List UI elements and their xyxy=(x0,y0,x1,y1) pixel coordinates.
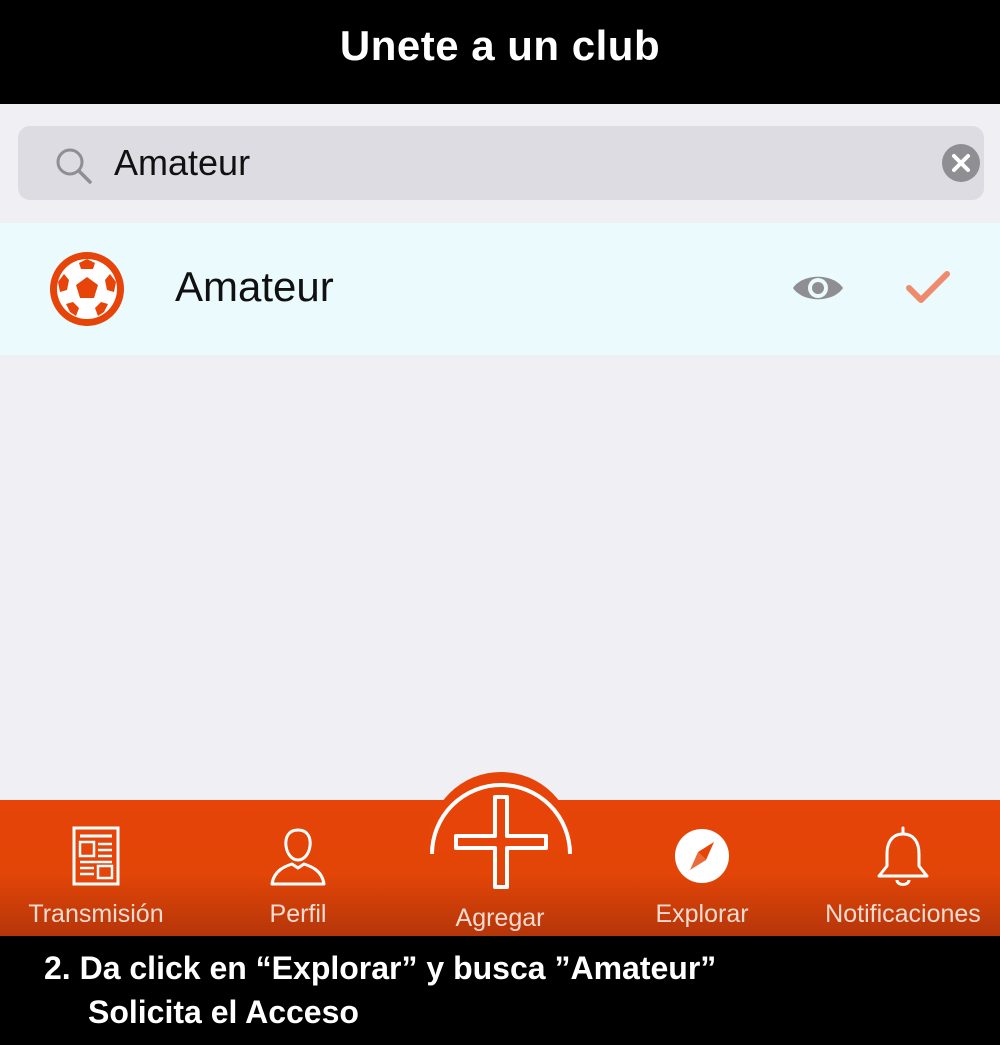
search-bar[interactable] xyxy=(18,126,984,200)
compass-icon xyxy=(675,829,729,883)
clear-icon[interactable] xyxy=(941,143,981,183)
caption-line-1: 2. Da click en “Explorar” y busca ”Amate… xyxy=(44,950,717,986)
tab-transmision[interactable]: Transmisión xyxy=(0,800,192,936)
page-title: Unete a un club xyxy=(339,22,661,69)
plus-icon[interactable] xyxy=(452,793,550,891)
newspaper-icon xyxy=(72,826,120,886)
nav-header: Unete a un club xyxy=(0,0,1000,104)
check-icon[interactable] xyxy=(903,268,953,308)
tab-label: Explorar xyxy=(655,900,749,928)
eye-icon[interactable] xyxy=(791,269,845,307)
club-name: Amateur xyxy=(175,263,334,310)
search-area xyxy=(0,104,1000,223)
person-icon xyxy=(270,828,326,886)
bell-icon xyxy=(877,826,929,886)
tab-label: Notificaciones xyxy=(825,900,981,928)
tab-notificaciones[interactable]: Notificaciones xyxy=(806,800,1000,936)
instruction-caption: 2. Da click en “Explorar” y busca ”Amate… xyxy=(0,936,1000,1045)
tab-explorar[interactable]: Explorar xyxy=(604,800,800,936)
tab-label: Agregar xyxy=(455,904,545,932)
search-input[interactable] xyxy=(114,138,914,188)
search-icon xyxy=(56,148,92,184)
tab-perfil[interactable]: Perfil xyxy=(200,800,396,936)
list-item[interactable]: Amateur xyxy=(0,223,1000,355)
empty-content-area xyxy=(0,355,1000,800)
caption-line-2: Solicita el Acceso xyxy=(88,994,359,1030)
soccer-ball-icon xyxy=(50,252,124,326)
tab-label: Perfil xyxy=(269,900,327,928)
tab-label: Transmisión xyxy=(28,900,164,928)
